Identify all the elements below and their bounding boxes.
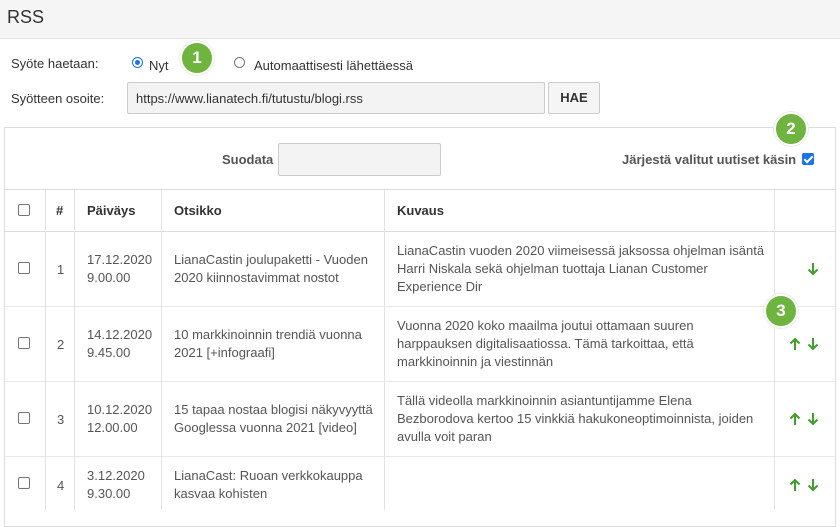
col-header-desc[interactable]: Kuvaus — [397, 203, 444, 218]
row-title-line[interactable]: Googlessa vuonna 2021 [video] — [174, 419, 357, 437]
row-select-checkbox[interactable] — [18, 412, 30, 424]
row-title-line[interactable]: LianaCast: Ruoan verkkokauppa — [174, 467, 363, 485]
move-down-icon[interactable] — [807, 478, 819, 492]
row-date: 10.12.2020 — [87, 402, 153, 417]
row-desc-line: Bezborodova kertoo 15 vinkkiä hakukoneop… — [397, 411, 754, 426]
page-title: RSS — [7, 7, 45, 27]
row-select-checkbox[interactable] — [18, 337, 30, 349]
header-divider — [4, 231, 836, 232]
manual-sort-checkbox[interactable] — [802, 153, 814, 165]
col-divider — [45, 190, 46, 510]
filter-input[interactable] — [278, 143, 441, 176]
col-divider — [74, 190, 75, 510]
row-desc-line: Vuonna 2020 koko maailma joutui ottamaan… — [397, 318, 694, 333]
row-date: 17.12.2020 — [87, 252, 153, 267]
row-desc-line: Tällä videolla markkinoinnin asiantuntij… — [397, 393, 692, 408]
row-time: 12.00.00 — [87, 420, 138, 435]
row-desc-line: Experience Dir — [397, 279, 483, 294]
row-time: 9.45.00 — [87, 345, 131, 360]
row-divider — [4, 456, 836, 457]
row-number: 4 — [57, 478, 65, 493]
col-divider — [384, 190, 385, 510]
row-time: 9.00.00 — [87, 270, 131, 285]
fetch-auto-label[interactable]: Automaattisesti lähettäessä — [254, 58, 413, 73]
row-number: 3 — [57, 412, 65, 427]
fetch-now-label[interactable]: Nyt — [149, 58, 169, 73]
col-header-date[interactable]: Päiväys — [87, 203, 135, 218]
move-up-icon[interactable] — [789, 478, 801, 492]
move-up-icon[interactable] — [789, 337, 801, 351]
row-title-line[interactable]: LianaCastin joulupaketti - Vuoden — [174, 251, 368, 269]
row-desc-line: LianaCastin vuoden 2020 viimeisessä jaks… — [397, 243, 765, 258]
row-number: 1 — [57, 262, 65, 277]
fetch-button[interactable]: HAE — [548, 82, 600, 114]
feed-url-label: Syötteen osoite: — [11, 91, 105, 106]
row-date: 14.12.2020 — [87, 327, 153, 342]
manual-sort-label: Järjestä valitut uutiset käsin — [622, 152, 797, 167]
callout-badge-2: 2 — [774, 112, 808, 146]
row-title-line[interactable]: 15 tapaa nostaa blogisi näkyvyyttä — [174, 401, 373, 419]
fetch-label: Syöte haetaan: — [11, 56, 99, 71]
row-date: 3.12.2020 — [87, 468, 145, 483]
move-up-icon[interactable] — [789, 412, 801, 426]
row-select-checkbox[interactable] — [18, 477, 30, 489]
row-divider — [4, 381, 836, 382]
table-top-border — [4, 189, 836, 190]
move-down-icon[interactable] — [807, 262, 819, 276]
row-title-line[interactable]: 2021 [+infograafi] — [174, 344, 275, 362]
fetch-now-radio[interactable] — [132, 57, 143, 68]
col-divider — [774, 190, 775, 510]
feed-url-input[interactable] — [127, 82, 545, 114]
row-divider — [4, 306, 836, 307]
fetch-auto-radio[interactable] — [234, 57, 245, 68]
callout-badge-1: 1 — [180, 41, 214, 75]
move-down-icon[interactable] — [807, 412, 819, 426]
row-desc-line: markkinoinnin ja viestinnän — [397, 354, 554, 369]
row-desc-line: Harri Niskala sekä ohjelman tuottaja Lia… — [397, 261, 708, 276]
row-desc-line: harppauksen digitalisaatiossa. Tämä tark… — [397, 336, 694, 351]
row-time: 9.30.00 — [87, 486, 131, 501]
row-number: 2 — [57, 337, 65, 352]
page-header: RSS — [0, 0, 840, 39]
row-title-line[interactable]: kasvaa kohisten — [174, 485, 267, 503]
move-down-icon[interactable] — [807, 337, 819, 351]
col-divider — [161, 190, 162, 510]
row-title-line[interactable]: 10 markkinoinnin trendiä vuonna — [174, 326, 362, 344]
row-desc-line: avulla voit paran — [397, 429, 492, 444]
select-all-checkbox[interactable] — [18, 204, 30, 216]
col-header-num[interactable]: # — [56, 203, 63, 218]
callout-badge-3: 3 — [764, 294, 798, 328]
filter-label: Suodata — [222, 152, 274, 167]
row-title-line[interactable]: 2020 kiinnostavimmat nostot — [174, 269, 339, 287]
row-select-checkbox[interactable] — [18, 262, 30, 274]
col-header-title[interactable]: Otsikko — [174, 203, 222, 218]
